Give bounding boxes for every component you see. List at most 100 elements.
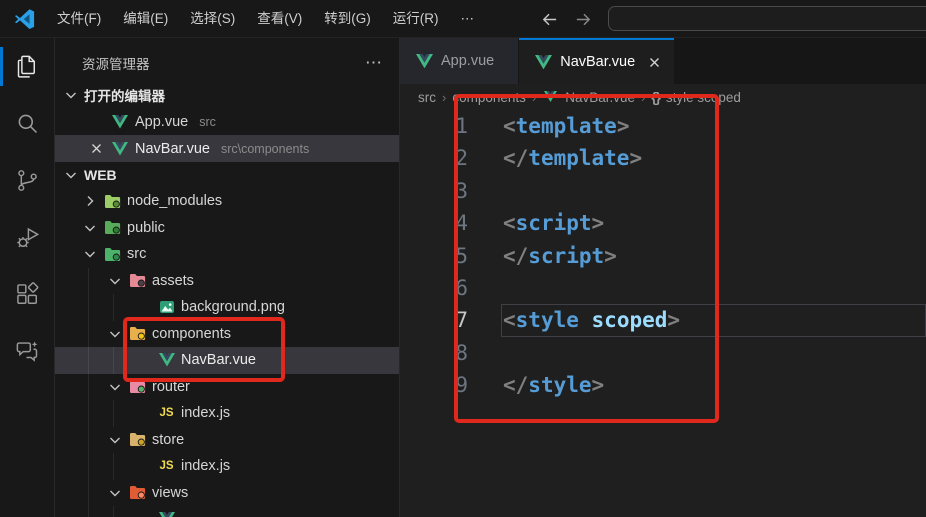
open-editors-label: 打开的编辑器 xyxy=(84,85,165,105)
line-content: <script> xyxy=(503,207,604,239)
tree-item-components[interactable]: components xyxy=(55,321,399,348)
spacer xyxy=(88,114,104,130)
tree-item-background.png[interactable]: background.png xyxy=(55,294,399,321)
menu-item-5[interactable]: 运行(R) xyxy=(382,0,450,38)
chevron-down-icon[interactable] xyxy=(107,326,123,342)
open-editor-description: src\components xyxy=(221,142,309,156)
more-actions-icon[interactable]: ⋯ xyxy=(365,50,383,76)
breadcrumb-item-3[interactable]: style scoped xyxy=(666,90,741,105)
breadcrumb-item-2[interactable]: NavBar.vue xyxy=(565,90,635,105)
line-number: 9 xyxy=(400,369,468,401)
chevron-down-icon[interactable] xyxy=(107,485,123,501)
tree-item-label: src xyxy=(127,246,146,262)
code-token: template xyxy=(528,146,629,170)
code-token: template xyxy=(516,114,617,138)
indent-guide xyxy=(88,400,89,427)
activity-item-explorer[interactable] xyxy=(0,38,54,95)
activity-item-run-and-debug[interactable] xyxy=(0,209,54,266)
tree-item-views[interactable]: views xyxy=(55,480,399,507)
chevron-down-icon[interactable] xyxy=(107,273,123,289)
chevron-down-icon[interactable] xyxy=(107,379,123,395)
debug-icon xyxy=(14,224,41,251)
tree-item-index.js[interactable]: JSindex.js xyxy=(55,453,399,480)
line-number: 6 xyxy=(400,272,468,304)
code-token: > xyxy=(592,373,605,397)
open-editor-item-App.vue[interactable]: App.vuesrc xyxy=(55,108,399,135)
code-editor[interactable]: 1<template>2</template>34<script>5</scri… xyxy=(400,110,926,517)
activity-item-chat[interactable] xyxy=(0,323,54,380)
close-icon[interactable] xyxy=(647,55,662,70)
open-editor-item-NavBar.vue[interactable]: NavBar.vuesrc\components xyxy=(55,135,399,162)
tree-item-label: node_modules xyxy=(127,193,222,209)
close-icon[interactable] xyxy=(88,141,104,157)
chevron-separator-icon: › xyxy=(442,90,446,105)
open-editors-header[interactable]: 打开的编辑器 xyxy=(55,82,399,108)
tab-NavBar.vue[interactable]: NavBar.vue xyxy=(519,38,674,84)
breadcrumb: src›components›NavBar.vue›{}style scoped xyxy=(400,84,926,110)
menu-item-0[interactable]: 文件(F) xyxy=(46,0,112,38)
breadcrumb-item-0[interactable]: src xyxy=(418,90,436,105)
js-icon: JS xyxy=(158,405,175,421)
chevron-separator-icon: › xyxy=(532,90,536,105)
chevron-down-icon[interactable] xyxy=(107,432,123,448)
search-icon xyxy=(14,110,41,137)
menu-item-2[interactable]: 选择(S) xyxy=(179,0,246,38)
indent-guide xyxy=(113,453,114,480)
command-center-search[interactable] xyxy=(608,6,926,31)
activity-item-source-control[interactable] xyxy=(0,152,54,209)
tree-item-public[interactable]: public xyxy=(55,215,399,242)
indent-guide xyxy=(88,453,89,480)
tree-item-store[interactable]: store xyxy=(55,427,399,454)
code-token xyxy=(579,308,592,332)
chevron-down-icon[interactable] xyxy=(82,246,98,262)
vue-icon xyxy=(542,89,559,105)
activity-item-extensions[interactable] xyxy=(0,266,54,323)
tree-item-NavBar.vue[interactable]: NavBar.vue xyxy=(55,347,399,374)
js-icon: JS xyxy=(158,458,175,474)
activity-item-search[interactable] xyxy=(0,95,54,152)
code-line-8: 8 xyxy=(400,337,926,369)
tree-item-partial[interactable] xyxy=(55,506,399,517)
tree-item-node_modules[interactable]: node_modules xyxy=(55,188,399,215)
back-arrow-icon[interactable] xyxy=(539,9,559,29)
line-number: 1 xyxy=(400,110,468,142)
chevron-down-icon[interactable] xyxy=(82,220,98,236)
activity-bar xyxy=(0,38,55,517)
line-number: 2 xyxy=(400,142,468,174)
chevron-down-icon xyxy=(63,167,79,183)
tab-App.vue[interactable]: App.vue xyxy=(400,38,519,84)
line-content: <style scoped> xyxy=(503,304,680,336)
chevron-down-icon xyxy=(63,87,79,103)
menu-item-3[interactable]: 查看(V) xyxy=(246,0,313,38)
forward-arrow-icon[interactable] xyxy=(573,9,593,29)
code-line-9: 9</style> xyxy=(400,369,926,401)
code-token: </ xyxy=(503,244,528,268)
line-content: </script> xyxy=(503,240,617,272)
chevron-right-icon[interactable] xyxy=(82,193,98,209)
code-token: script xyxy=(528,244,604,268)
menu-item-1[interactable]: 编辑(E) xyxy=(112,0,179,38)
file-tree: node_modulespublic src assetsbackground.pn… xyxy=(55,188,399,517)
tree-item-label: index.js xyxy=(181,405,230,421)
tree-item-assets[interactable]: assets xyxy=(55,268,399,295)
menu-item-4[interactable]: 转到(G) xyxy=(313,0,382,38)
code-token: scoped xyxy=(592,308,668,332)
tree-item-label: public xyxy=(127,220,165,236)
code-token: script xyxy=(516,211,592,235)
spacer xyxy=(136,299,152,315)
line-number: 8 xyxy=(400,337,468,369)
code-token: > xyxy=(604,244,617,268)
folder-icon xyxy=(129,273,146,289)
tree-item-src[interactable]: src xyxy=(55,241,399,268)
tree-item-index.js[interactable]: JS index.js xyxy=(55,400,399,427)
tree-item-router[interactable]: router xyxy=(55,374,399,401)
vscode-logo-icon xyxy=(13,7,36,30)
workspace-header[interactable]: WEB xyxy=(55,162,399,188)
breadcrumb-item-1[interactable]: components xyxy=(452,90,526,105)
indent-guide xyxy=(88,506,89,517)
menu-more[interactable]: ⋯ xyxy=(450,0,486,38)
indent-guide xyxy=(113,400,114,427)
image-icon xyxy=(158,299,175,315)
vue-icon xyxy=(535,54,552,70)
vue-icon xyxy=(158,352,175,368)
